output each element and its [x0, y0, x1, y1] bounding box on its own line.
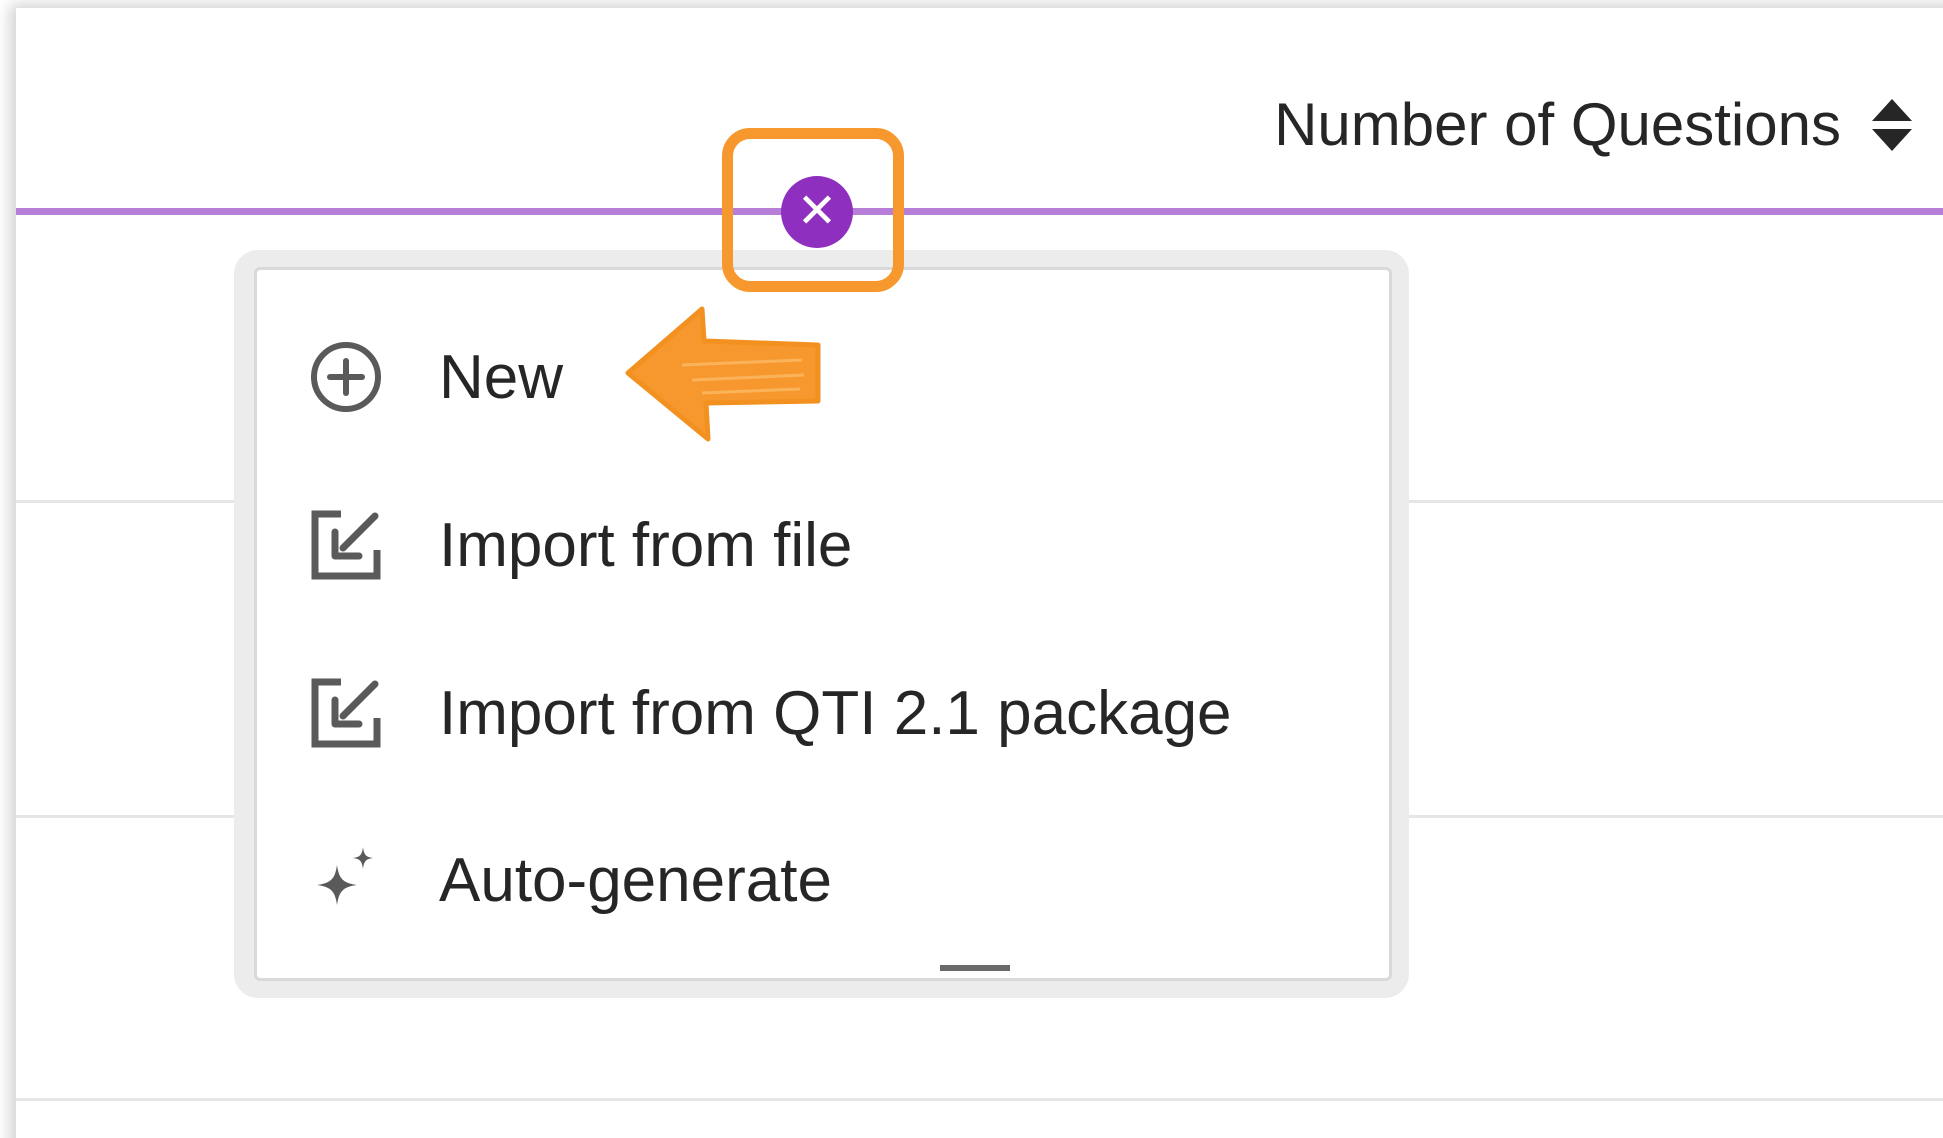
menu-item-label: Import from QTI 2.1 package [439, 678, 1232, 748]
row-divider [16, 1098, 1943, 1101]
plus-circle-icon [307, 338, 385, 416]
add-content-divider-line [16, 208, 1943, 215]
column-header-number-of-questions[interactable]: Number of Questions [1274, 90, 1913, 159]
annotation-highlight-box [722, 128, 904, 292]
menu-item-auto-generate[interactable]: Auto-generate [307, 830, 832, 930]
menu-item-label: New [439, 342, 564, 412]
annotation-arrow-icon [625, 306, 821, 442]
menu-item-new[interactable]: New [307, 327, 563, 427]
menu-item-import-qti[interactable]: Import from QTI 2.1 package [307, 663, 1232, 763]
menu-item-label: Import from file [439, 510, 853, 580]
sort-icon[interactable] [1871, 95, 1913, 155]
import-icon [307, 506, 385, 584]
menu-item-label: Auto-generate [439, 845, 832, 915]
underlying-row-fragment [940, 965, 1010, 971]
sparkle-icon [307, 841, 385, 919]
import-icon [307, 674, 385, 752]
column-header-label: Number of Questions [1274, 91, 1841, 158]
menu-item-import-from-file[interactable]: Import from file [307, 495, 852, 595]
